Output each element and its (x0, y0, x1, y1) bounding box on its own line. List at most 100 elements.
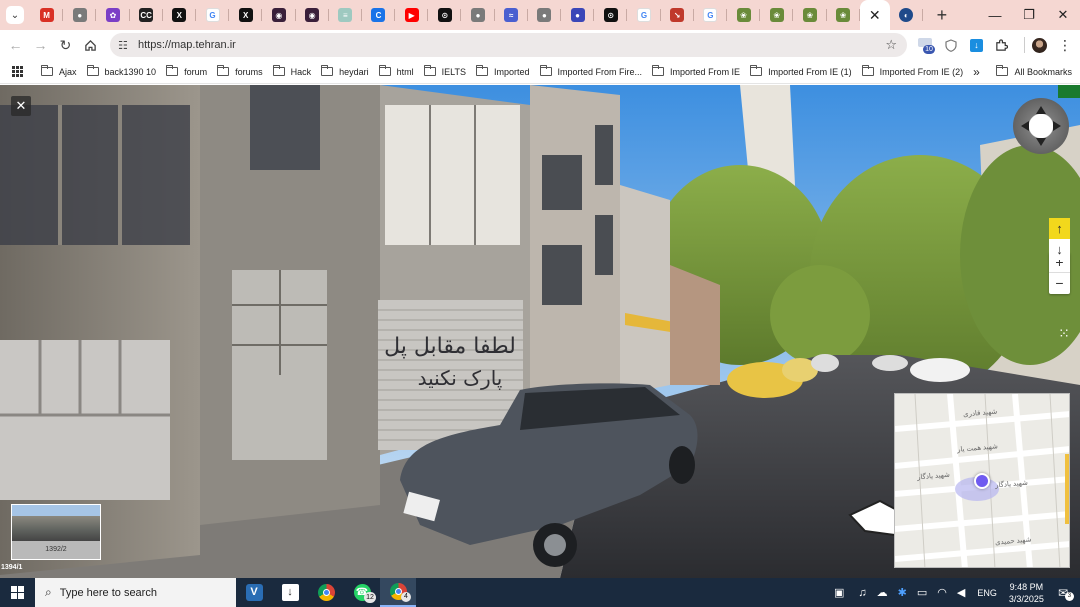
onedrive-icon[interactable]: ☁ (877, 586, 888, 599)
tab[interactable]: ❀ (827, 0, 860, 30)
close-panorama-button[interactable]: ✕ (11, 96, 31, 116)
arrow-up-icon: ↑ (1056, 221, 1063, 236)
bookmark-folder[interactable]: forums (217, 65, 263, 77)
tab[interactable]: G (196, 0, 230, 30)
tab[interactable]: ◉ (296, 0, 329, 30)
profile-avatar[interactable] (1032, 34, 1047, 56)
tab[interactable]: ≈ (495, 0, 529, 30)
zoom-out-button[interactable]: − (1049, 273, 1070, 294)
url-text[interactable]: https://map.tehran.ir (138, 39, 236, 51)
bookmark-folder[interactable]: Imported From IE (652, 65, 740, 77)
bookmark-folder[interactable]: Imported (476, 65, 530, 77)
tab[interactable]: C (362, 0, 396, 30)
taskbar-app-download[interactable]: ↓ (272, 578, 308, 607)
address-bar[interactable]: ☷ https://map.tehran.ir ☆ (110, 33, 907, 57)
tab[interactable]: X (229, 0, 263, 30)
bookmark-folder[interactable]: heydari (321, 65, 369, 77)
x-logo-icon: X (238, 8, 253, 22)
active-tab[interactable]: ✕ (859, 0, 890, 30)
bookmark-folder[interactable]: Hack (272, 65, 311, 77)
bookmark-folder[interactable]: Ajax (41, 65, 77, 77)
folder-icon (378, 65, 391, 76)
back-button[interactable]: ← (3, 31, 28, 59)
tab[interactable]: ⊙ (594, 0, 628, 30)
start-button[interactable] (11, 586, 24, 599)
tab[interactable]: M (30, 0, 64, 30)
bookmark-folder[interactable]: forum (166, 65, 207, 77)
google-icon: G (205, 8, 220, 22)
tab[interactable]: G (694, 0, 728, 30)
tab[interactable]: ● (461, 0, 495, 30)
bookmark-folder[interactable]: Imported From Fire... (539, 65, 642, 77)
battery-icon[interactable]: ▭ (917, 586, 927, 599)
notification-center[interactable]: ✉ 3 (1058, 586, 1074, 601)
site-info-icon[interactable]: ☷ (118, 39, 132, 52)
more-bookmarks-button[interactable]: » (973, 65, 980, 79)
tab[interactable]: ● (63, 0, 97, 30)
pan-control[interactable] (1013, 98, 1069, 154)
shield-extension-icon[interactable] (945, 34, 957, 56)
bookmark-folder[interactable]: back1390 10 (86, 65, 156, 77)
bookmark-folder[interactable]: html (378, 65, 414, 77)
taskbar-app-vscode[interactable]: V (236, 578, 272, 607)
tab[interactable]: G (627, 0, 661, 30)
cc-icon: CC (139, 8, 154, 22)
language-indicator[interactable]: ENG (977, 588, 997, 598)
menu-kebab-icon[interactable]: ⋮ (1058, 34, 1072, 56)
tab[interactable]: X (163, 0, 197, 30)
search-placeholder: Type here to search (59, 586, 157, 599)
wifi-icon[interactable]: ◠ (937, 586, 947, 599)
extensions-puzzle-icon[interactable] (995, 34, 1008, 56)
tab[interactable]: ❀ (760, 0, 794, 30)
level-down-button[interactable]: ↓ (1049, 239, 1070, 260)
apps-grid-icon[interactable] (12, 66, 23, 77)
tab[interactable]: ◐ (890, 0, 924, 30)
street-view-panorama[interactable]: لطفا مقابل پل پارک نکنید ✕ + − ↑ ↓ ⁙ شهی… (0, 85, 1080, 578)
history-thumbnail[interactable]: 1392/2 (11, 504, 101, 560)
location-marker-icon[interactable] (974, 473, 990, 489)
taskbar-app-chrome[interactable] (308, 578, 344, 607)
sound-icon[interactable]: ◀ (957, 586, 965, 599)
forward-button[interactable]: → (28, 31, 53, 59)
desktop-icon[interactable]: ▣ (834, 586, 844, 599)
maximize-button[interactable]: ❐ (1012, 0, 1046, 30)
tab[interactable]: ● (561, 0, 595, 30)
folder-icon (476, 65, 488, 76)
bookmark-folder[interactable]: IELTS (423, 65, 466, 77)
bookmark-folder[interactable]: Imported From IE (1) (750, 65, 852, 77)
close-window-button[interactable]: ✕ (1046, 0, 1080, 30)
taskbar-app-chrome-active[interactable]: 4 (380, 578, 416, 607)
tab-search-dropdown[interactable]: ⌄ (6, 6, 24, 24)
extension-icon[interactable]: 10 (918, 34, 935, 56)
tab[interactable]: ▶ (395, 0, 429, 30)
tab[interactable]: CC (130, 0, 163, 30)
taskbar-search-box[interactable]: ⌕ Type here to search (35, 578, 236, 607)
mini-map[interactable]: شهید قادری شهید همت یار شهید یادگار شهید… (894, 393, 1070, 568)
bookmark-star-icon[interactable]: ☆ (885, 37, 897, 53)
new-tab-button[interactable]: + (929, 0, 955, 30)
bookmark-label: Imported From IE (2) (879, 66, 964, 77)
all-bookmarks-button[interactable]: All Bookmarks (996, 65, 1072, 77)
drag-handle-icon[interactable]: ⁙ (1058, 325, 1070, 341)
bookmark-folder[interactable]: Imported From IE (2) (861, 65, 964, 77)
home-button[interactable] (78, 31, 103, 59)
tab[interactable]: ⊙ (428, 0, 462, 30)
tab[interactable]: ↘ (661, 0, 694, 30)
reload-button[interactable]: ↻ (53, 31, 78, 59)
taskbar-app-whatsapp[interactable]: ☎ 12 (344, 578, 380, 607)
clock[interactable]: 9:48 PM 3/3/2025 (1009, 581, 1044, 605)
tab[interactable]: ❀ (727, 0, 761, 30)
level-up-button[interactable]: ↑ (1049, 218, 1070, 239)
close-tab-icon[interactable]: ✕ (869, 7, 881, 24)
minimize-button[interactable]: — (978, 0, 1012, 30)
download-extension-icon[interactable]: ↓ (970, 34, 983, 56)
volume-icon[interactable]: ♫ (858, 587, 866, 599)
tab[interactable]: ◉ (262, 0, 296, 30)
dark-app-icon: ◉ (271, 8, 286, 22)
windows-taskbar: ⌕ Type here to search V ↓ ☎ 12 4 ▣ ♫ ☁ ✱… (0, 578, 1080, 607)
tab[interactable]: ≡ (329, 0, 363, 30)
tab[interactable]: ✿ (96, 0, 130, 30)
tab[interactable]: ● (528, 0, 562, 30)
bluetooth-icon[interactable]: ✱ (898, 586, 907, 599)
tab[interactable]: ❀ (793, 0, 827, 30)
